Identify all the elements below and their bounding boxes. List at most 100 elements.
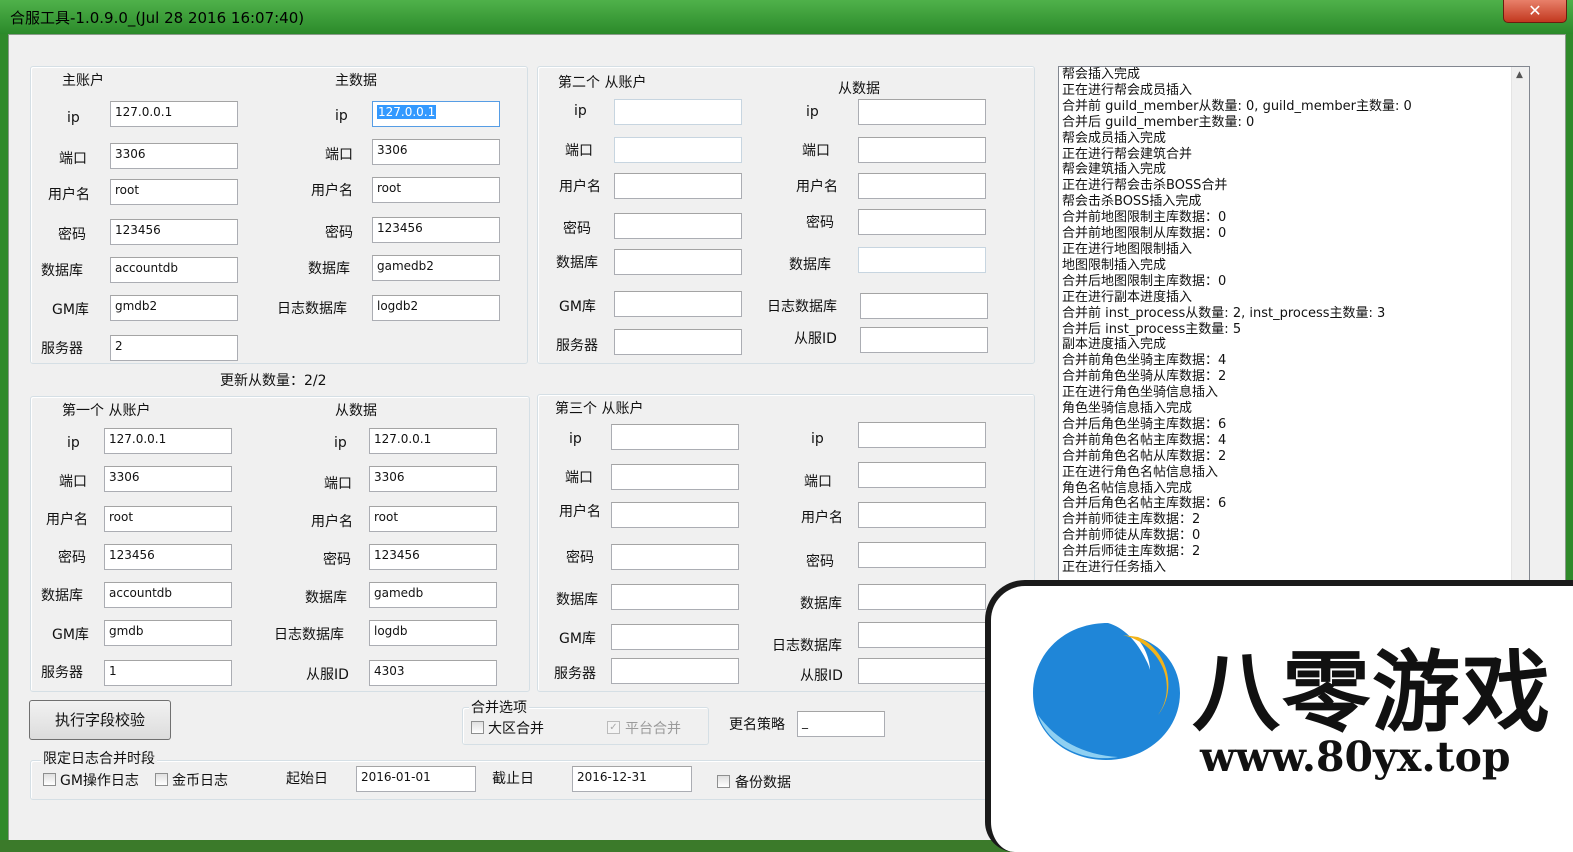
second-data-password-input[interactable]: [858, 209, 986, 235]
second-account-server-input[interactable]: [614, 329, 742, 355]
second-account-database-input[interactable]: [614, 249, 742, 275]
80yx-logo-icon: [1033, 623, 1180, 760]
first-data-user-input[interactable]: root: [369, 506, 497, 532]
label-password: 密码: [563, 221, 591, 237]
main-account-password-input[interactable]: 123456: [110, 219, 238, 245]
second-data-port-input[interactable]: [858, 137, 986, 163]
gm-log-checkbox[interactable]: [43, 773, 56, 786]
second-data-title: 从数据: [838, 81, 880, 97]
label-ip: ip: [67, 435, 80, 451]
main-account-ip-input[interactable]: 127.0.0.1: [110, 101, 238, 127]
backup-data-checkbox[interactable]: [717, 775, 730, 788]
log-line: 合并前角色坐骑主库数据：4: [1062, 353, 1227, 369]
log-line: 合并前角色坐骑从库数据：2: [1062, 369, 1227, 385]
main-account-port-input[interactable]: 3306: [110, 143, 238, 169]
third-account-user-input[interactable]: [611, 502, 739, 528]
start-date-label: 起始日: [286, 771, 328, 787]
third-account-server-input[interactable]: [611, 658, 739, 684]
title-bar: 合服工具-1.0.9.0_(Jul 28 2016 16:07:40) ✕: [0, 0, 1573, 34]
second-data-user-input[interactable]: [858, 173, 986, 199]
first-account-port-input[interactable]: 3306: [104, 466, 232, 492]
first-account-user-input[interactable]: root: [104, 506, 232, 532]
first-data-port-input[interactable]: 3306: [369, 466, 497, 492]
label-port: 端口: [565, 470, 593, 486]
main-account-gmdb-input[interactable]: gmdb2: [110, 295, 238, 321]
third-data-slaveid-input[interactable]: [858, 658, 986, 684]
scroll-up-arrow-icon[interactable]: ▲: [1516, 70, 1523, 80]
label-user: 用户名: [559, 504, 601, 520]
close-button[interactable]: ✕: [1503, 0, 1567, 23]
main-data-ip-input[interactable]: 127.0.0.1: [372, 101, 500, 127]
start-date-input[interactable]: 2016-01-01: [356, 766, 476, 792]
second-account-ip-input[interactable]: [614, 99, 742, 125]
second-account-password-input[interactable]: [614, 213, 742, 239]
label-password: 密码: [58, 550, 86, 566]
second-account-gmdb-input[interactable]: [614, 291, 742, 317]
second-data-ip-input[interactable]: [858, 99, 986, 125]
log-scrollbar[interactable]: ▲: [1511, 67, 1529, 587]
first-account-ip-input[interactable]: 127.0.0.1: [104, 428, 232, 454]
log-line: 合并前 guild_member从数量: 0, guild_member主数量:…: [1062, 98, 1412, 114]
main-account-server-input[interactable]: 2: [110, 335, 238, 361]
main-data-port-input[interactable]: 3306: [372, 139, 500, 165]
validate-fields-button[interactable]: 执行字段校验: [29, 700, 171, 740]
update-count: 更新从数量：2/2: [220, 373, 327, 389]
third-data-logdb-input[interactable]: [858, 622, 986, 648]
zone-merge-checkbox[interactable]: [471, 721, 484, 734]
label-server: 服务器: [556, 338, 598, 354]
third-account-password-input[interactable]: [611, 544, 739, 570]
third-data-password-input[interactable]: [858, 542, 986, 568]
third-data-port-input[interactable]: [858, 462, 986, 488]
label-ip: ip: [574, 103, 587, 119]
third-data-ip-input[interactable]: [858, 422, 986, 448]
main-data-user-input[interactable]: root: [372, 177, 500, 203]
third-data-database-input[interactable]: [858, 584, 986, 610]
log-line: 正在进行角色名帖信息插入: [1062, 464, 1219, 480]
first-data-logdb-input[interactable]: logdb: [369, 620, 497, 646]
label-database: 数据库: [556, 592, 598, 608]
end-date-input[interactable]: 2016-12-31: [572, 766, 692, 792]
platform-merge-checkbox[interactable]: ✓: [607, 721, 620, 734]
third-account-ip-input[interactable]: [611, 424, 739, 450]
main-account-database-input[interactable]: accountdb: [110, 257, 238, 283]
label-password: 密码: [806, 554, 834, 570]
second-data-slaveid-input[interactable]: [860, 327, 988, 353]
log-line: 合并后师徒主库数据：2: [1062, 544, 1201, 560]
main-data-logdb-input[interactable]: logdb2: [372, 295, 500, 321]
main-data-password-input[interactable]: 123456: [372, 217, 500, 243]
label-user: 用户名: [311, 183, 353, 199]
first-data-ip-input[interactable]: 127.0.0.1: [369, 428, 497, 454]
platform-merge-label: 平台合并: [625, 721, 681, 737]
third-account-port-input[interactable]: [611, 464, 739, 490]
log-period-title: 限定日志合并时段: [41, 748, 157, 768]
first-data-password-input[interactable]: 123456: [369, 544, 497, 570]
log-line: 角色坐骑信息插入完成: [1062, 401, 1193, 417]
second-account-user-input[interactable]: [614, 173, 742, 199]
log-output[interactable]: 帮会插入完成 正在进行帮会成员插入 合并前 guild_member从数量: 0, …: [1058, 66, 1530, 588]
first-account-database-input[interactable]: accountdb: [104, 582, 232, 608]
third-data-user-input[interactable]: [858, 502, 986, 528]
first-account-title: 第一个 从账户: [62, 403, 151, 419]
first-data-database-input[interactable]: gamedb: [369, 582, 497, 608]
label-gm-db: GM库: [559, 299, 596, 315]
third-account-database-input[interactable]: [611, 584, 739, 610]
gold-log-checkbox[interactable]: [155, 773, 168, 786]
label-database: 数据库: [41, 588, 83, 604]
second-account-port-input[interactable]: [614, 137, 742, 163]
main-data-database-input[interactable]: gamedb2: [372, 255, 500, 281]
label-user: 用户名: [796, 179, 838, 195]
label-database: 数据库: [789, 257, 831, 273]
window-title: 合服工具-1.0.9.0_(Jul 28 2016 16:07:40): [10, 9, 305, 27]
first-account-gmdb-input[interactable]: gmdb: [104, 620, 232, 646]
label-port: 端口: [325, 147, 353, 163]
first-account-server-input[interactable]: 1: [104, 660, 232, 686]
rename-strategy-input[interactable]: _: [797, 711, 885, 737]
second-data-database-input[interactable]: [858, 247, 986, 273]
first-data-slaveid-input[interactable]: 4303: [369, 660, 497, 686]
main-account-user-input[interactable]: root: [110, 179, 238, 205]
label-slave-id: 从服ID: [800, 668, 843, 684]
label-ip: ip: [67, 110, 80, 126]
first-account-password-input[interactable]: 123456: [104, 544, 232, 570]
second-data-logdb-input[interactable]: [860, 293, 988, 319]
third-account-gmdb-input[interactable]: [611, 624, 739, 650]
